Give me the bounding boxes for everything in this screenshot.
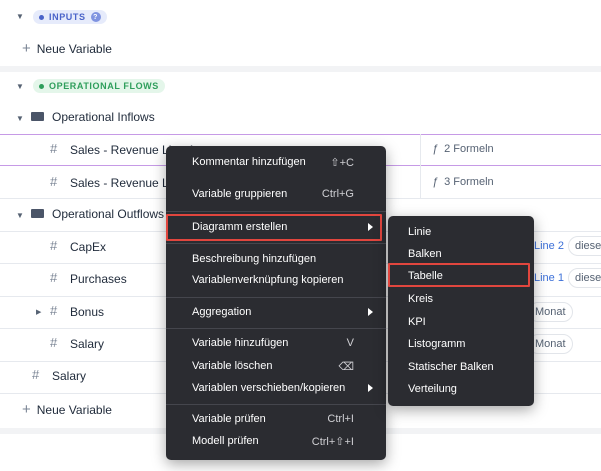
flows-dot-icon <box>39 83 44 89</box>
hash-icon: # <box>50 270 58 285</box>
chip-capex[interactable]: dieser <box>568 236 601 256</box>
menu-item-move-copy-variables[interactable]: Variablen verschieben/kopieren <box>192 382 345 394</box>
variable-bonus[interactable]: Bonus <box>70 305 104 319</box>
menu-separator <box>166 243 386 244</box>
column-divider <box>420 134 421 198</box>
highlight-table <box>388 263 530 287</box>
inputs-add-variable[interactable]: + Neue Variable <box>22 40 112 57</box>
shortcut-group-variable: Ctrl+G <box>321 188 354 200</box>
function-icon: ƒ <box>432 176 439 188</box>
variable-salary-child[interactable]: Salary <box>70 337 104 351</box>
chart-type-submenu: Linie Balken Tabelle Kreis KPI Listogram… <box>388 216 534 406</box>
menu-item-check-variable[interactable]: Variable prüfen <box>192 413 266 425</box>
submenu-item-line[interactable]: Linie <box>408 226 431 238</box>
chip-bonus[interactable]: Monat <box>528 302 573 322</box>
variable-capex[interactable]: CapEx <box>70 240 106 254</box>
submenu-item-pie[interactable]: Kreis <box>408 293 433 305</box>
menu-separator <box>166 297 386 298</box>
variable-purchases[interactable]: Purchases <box>70 272 127 286</box>
bonus-expand-caret[interactable]: ▶ <box>36 308 41 316</box>
menu-separator <box>166 328 386 329</box>
variable-revenue-line-2[interactable]: Sales - Revenue Line 2 <box>70 176 168 190</box>
chip-salary[interactable]: Monat <box>528 334 573 354</box>
plus-icon: + <box>22 40 31 57</box>
plus-icon: + <box>22 401 31 418</box>
menu-item-delete-variable[interactable]: Variable löschen <box>192 360 273 372</box>
formula-count-1[interactable]: ƒ 2 Formeln <box>432 143 494 155</box>
shortcut-add-comment: ⇧+C <box>330 157 354 169</box>
menu-item-add-description[interactable]: Beschreibung hinzufügen <box>192 253 316 265</box>
formula-count-2[interactable]: ƒ 3 Formeln <box>432 176 494 188</box>
submenu-item-distribution[interactable]: Verteilung <box>408 383 457 395</box>
inputs-add-variable-label: Neue Variable <box>36 41 112 56</box>
shortcut-check-model: Ctrl+⇧+I <box>311 436 354 448</box>
backspace-icon: ⌫ <box>338 361 354 373</box>
formula-count-label: 3 Formeln <box>444 176 494 188</box>
link-chip-purchases[interactable]: Line 1 <box>534 272 564 284</box>
inputs-badge: INPUTS ? <box>33 10 107 24</box>
outflows-collapse-caret[interactable]: ▼ <box>16 211 24 220</box>
hash-icon: # <box>50 335 58 350</box>
menu-item-check-model[interactable]: Modell prüfen <box>192 435 259 447</box>
submenu-arrow-icon <box>368 308 373 316</box>
submenu-item-bar[interactable]: Balken <box>408 248 442 260</box>
menu-item-add-variable[interactable]: Variable hinzufügen <box>192 337 288 349</box>
flows-add-variable[interactable]: + Neue Variable <box>22 401 112 418</box>
chip-purchases[interactable]: dieser <box>568 268 601 288</box>
menu-separator <box>166 211 386 212</box>
flows-add-variable-label: Neue Variable <box>36 402 112 417</box>
menu-item-add-comment[interactable]: Kommentar hinzufügen <box>192 156 306 168</box>
hash-icon: # <box>32 367 40 382</box>
submenu-item-kpi[interactable]: KPI <box>408 316 426 328</box>
hash-icon: # <box>50 303 58 318</box>
shortcut-add-variable: V <box>346 337 354 349</box>
inputs-collapse-caret[interactable]: ▼ <box>16 12 24 21</box>
folder-open-icon <box>31 112 44 121</box>
menu-item-copy-variable-link[interactable]: Variablenverknüpfung kopieren <box>192 274 343 286</box>
group-operational-inflows[interactable]: Operational Inflows <box>52 110 155 124</box>
context-menu: Kommentar hinzufügen ⇧+C Variable gruppi… <box>166 146 386 460</box>
flows-badge-label: OPERATIONAL FLOWS <box>49 81 159 91</box>
highlight-create-chart <box>166 214 382 241</box>
hash-icon: # <box>50 141 58 156</box>
help-icon[interactable]: ? <box>90 12 101 22</box>
menu-item-group-variable[interactable]: Variable gruppieren <box>192 188 287 200</box>
link-chip-capex[interactable]: Line 2 <box>534 240 564 252</box>
folder-open-icon <box>31 209 44 218</box>
group-operational-outflows[interactable]: Operational Outflows <box>52 207 164 221</box>
function-icon: ƒ <box>432 143 439 155</box>
submenu-item-static-bar[interactable]: Statischer Balken <box>408 361 494 373</box>
inputs-dot-icon <box>39 14 44 20</box>
menu-separator <box>166 404 386 405</box>
section-divider <box>0 66 601 72</box>
flows-badge: OPERATIONAL FLOWS <box>33 79 165 93</box>
menu-item-aggregation[interactable]: Aggregation <box>192 306 251 318</box>
formula-count-label: 2 Formeln <box>444 143 494 155</box>
variable-salary[interactable]: Salary <box>52 369 86 383</box>
hash-icon: # <box>50 174 58 189</box>
inflows-collapse-caret[interactable]: ▼ <box>16 114 24 123</box>
submenu-item-histogram[interactable]: Listogramm <box>408 338 465 350</box>
shortcut-check-variable: Ctrl+I <box>327 413 354 425</box>
submenu-arrow-icon <box>368 384 373 392</box>
inputs-badge-label: INPUTS <box>49 12 86 22</box>
hash-icon: # <box>50 238 58 253</box>
flows-collapse-caret[interactable]: ▼ <box>16 82 24 91</box>
